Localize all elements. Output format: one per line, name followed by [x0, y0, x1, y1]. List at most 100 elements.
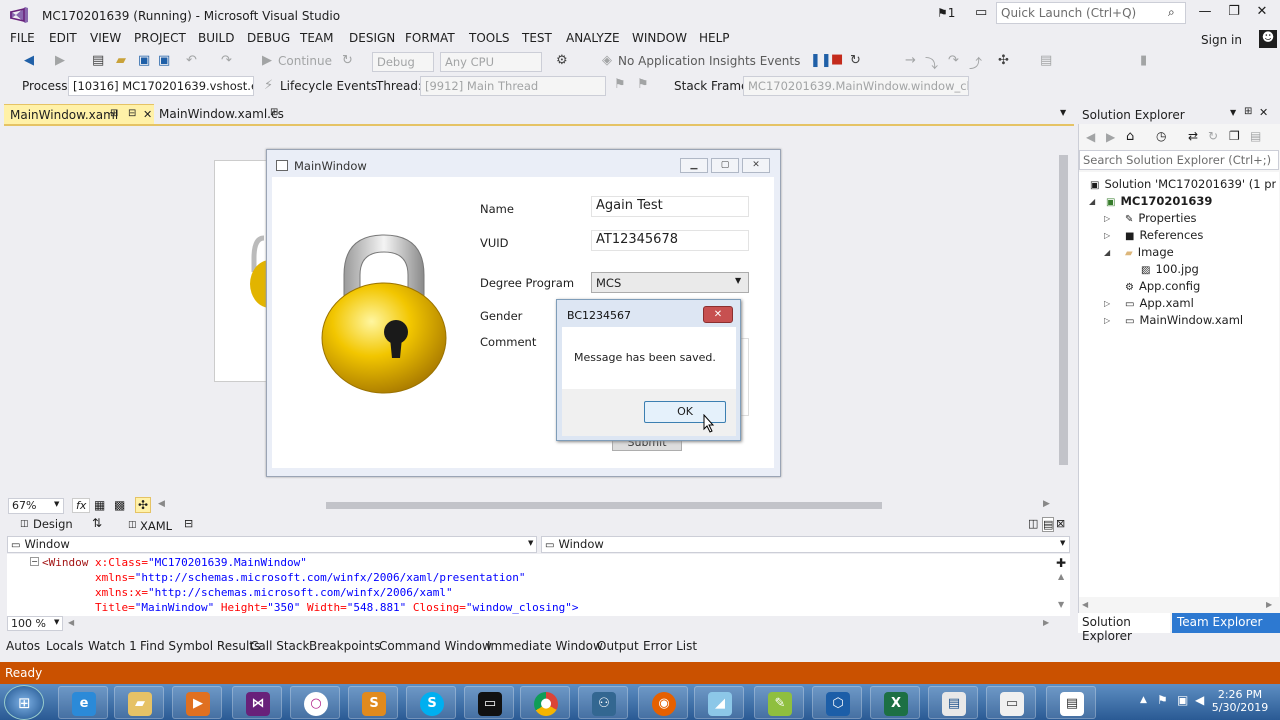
back-icon[interactable]: ◀ [1086, 130, 1095, 144]
restart-icon[interactable]: ↻ [850, 53, 861, 68]
tab-error-list[interactable]: Error List [643, 639, 697, 653]
pop-out-icon[interactable]: ⊟ [184, 517, 193, 530]
menu-debug[interactable]: DEBUG [247, 31, 290, 45]
panel-dropdown-icon[interactable]: ▼ [1230, 108, 1236, 117]
swap-panes-icon[interactable]: ⇅ [92, 516, 102, 530]
horizontal-scrollbar-thumb[interactable] [326, 502, 882, 509]
new-project-icon[interactable]: ▤ [92, 53, 104, 68]
tree-item-properties[interactable]: ✎ Properties [1125, 211, 1197, 225]
network-icon[interactable]: ▣ [1177, 693, 1188, 707]
tree-item-100-jpg[interactable]: ▨ 100.jpg [1141, 262, 1199, 276]
taskbar-notepad-plus[interactable]: ✎ [754, 686, 804, 719]
split-editor-icon[interactable]: ✚ [1056, 556, 1066, 570]
pin-icon[interactable]: ⊞ [1244, 106, 1252, 117]
taskbar-window[interactable]: ▭ [986, 686, 1036, 719]
taskbar-postgres[interactable]: ⚇ [578, 686, 628, 719]
step-into-icon[interactable]: ⤵ [925, 53, 938, 72]
scroll-right-icon[interactable]: ▶ [1043, 618, 1049, 627]
taskbar-skype[interactable]: S [406, 686, 456, 719]
tree-item-image-folder[interactable]: ▰ Image [1125, 245, 1174, 259]
notification-flag[interactable]: ⚑1 [937, 6, 955, 20]
account-icon[interactable]: ☻ [1259, 30, 1277, 48]
menu-project[interactable]: PROJECT [134, 31, 186, 45]
message-box-close-button[interactable]: ✕ [703, 306, 733, 323]
taskbar-recorder[interactable]: ○ [290, 686, 340, 719]
tab-team-explorer[interactable]: Team Explorer [1172, 613, 1280, 633]
home-icon[interactable]: ⌂ [1126, 129, 1134, 144]
taskbar-command-prompt[interactable]: ▭ [464, 686, 514, 719]
attach-icon[interactable]: ⚙ [556, 53, 568, 68]
open-file-icon[interactable]: ▰ [116, 53, 126, 68]
menu-team[interactable]: TEAM [300, 31, 333, 45]
pending-changes-icon[interactable]: ◷ [1156, 129, 1166, 143]
minimize-button[interactable]: — [1193, 4, 1217, 24]
thread-filter-icon[interactable]: ⚑ [637, 77, 649, 92]
stack-frame-select[interactable]: MC170201639.MainWindow.window_closi [743, 76, 969, 96]
collapse-pane-icon[interactable]: ⊠ [1056, 517, 1065, 530]
tree-project-node[interactable]: ▣ MC170201639 [1106, 194, 1212, 208]
undo-icon[interactable]: ↶ [186, 53, 197, 68]
tab-autos[interactable]: Autos [6, 639, 40, 653]
collapsed-arrow-icon[interactable]: ▷ [1104, 316, 1110, 325]
expanded-arrow-icon[interactable]: ◢ [1089, 197, 1095, 206]
tree-item-app-config[interactable]: ⚙ App.config [1125, 279, 1200, 293]
taskbar-chrome[interactable]: ● [520, 686, 570, 719]
app-maximize-button[interactable]: ▢ [711, 158, 739, 173]
collapse-all-icon[interactable]: ❐ [1229, 129, 1240, 143]
taskbar-firefox[interactable]: ◉ [638, 686, 688, 719]
menu-edit[interactable]: EDIT [49, 31, 77, 45]
degree-select[interactable]: MCS [591, 272, 749, 293]
menu-view[interactable]: VIEW [90, 31, 121, 45]
collapse-region-icon[interactable]: − [30, 557, 39, 566]
tree-item-mainwindow-xaml[interactable]: ▭ MainWindow.xaml [1125, 313, 1243, 327]
snap-grid-icon[interactable]: ▩ [114, 498, 125, 512]
tab-watch-1[interactable]: Watch 1 [88, 639, 137, 653]
taskbar-visual-studio[interactable]: ⋈ [232, 686, 282, 719]
menu-format[interactable]: FORMAT [405, 31, 455, 45]
quick-launch-input[interactable]: Quick Launch (Ctrl+Q) [996, 2, 1186, 24]
volume-icon[interactable]: ◀ [1195, 693, 1204, 707]
taskbar-internet-explorer[interactable]: e [58, 686, 108, 719]
lifecycle-button[interactable]: Lifecycle Events [280, 79, 377, 93]
redo-icon[interactable]: ↷ [221, 53, 232, 68]
configuration-select[interactable]: Debug [372, 52, 434, 72]
panel-close-icon[interactable]: ✕ [1259, 106, 1268, 119]
system-clock[interactable]: 2:26 PM 5/30/2019 [1210, 688, 1270, 714]
tab-mainwindow-xaml-cs[interactable]: MainWindow.xaml.cs ⊞ [157, 104, 287, 124]
tab-close-icon[interactable]: ✕ [143, 108, 152, 121]
bookmark-icon[interactable]: ▮ [1140, 53, 1147, 68]
back-icon[interactable]: ◀ [24, 53, 34, 68]
tab-locals[interactable]: Locals [46, 639, 83, 653]
show-next-statement-icon[interactable]: → [905, 53, 916, 68]
tab-design[interactable]: Design [33, 517, 73, 531]
tab-immediate-window[interactable]: Immediate Window [487, 639, 603, 653]
tab-find-symbol-results[interactable]: Find Symbol Results [140, 639, 260, 653]
collapsed-arrow-icon[interactable]: ▷ [1104, 214, 1110, 223]
menu-file[interactable]: FILE [10, 31, 35, 45]
tab-solution-explorer[interactable]: Solution Explorer [1078, 613, 1170, 643]
pin-icon[interactable]: ⊞ [110, 108, 118, 119]
menu-window[interactable]: WINDOW [632, 31, 687, 45]
scrollbar-thumb[interactable] [1059, 155, 1068, 465]
menu-analyze[interactable]: ANALYZE [566, 31, 620, 45]
taskbar-sublime[interactable]: S [348, 686, 398, 719]
hex-icon[interactable]: ✣ [998, 53, 1009, 68]
taskbar-tool[interactable]: ◢ [694, 686, 744, 719]
element-scope-select[interactable]: ▭ Window [7, 536, 537, 553]
taskbar-media-player[interactable]: ▶ [172, 686, 222, 719]
scroll-right-icon[interactable]: ▶ [1266, 600, 1272, 609]
close-button[interactable]: ✕ [1250, 4, 1274, 24]
forward-icon[interactable]: ▶ [55, 53, 65, 68]
pin-icon[interactable]: ⊞ [270, 107, 278, 118]
process-select[interactable]: [10316] MC170201639.vshost.exe [68, 76, 254, 96]
maximize-button[interactable]: ❐ [1222, 4, 1246, 24]
tab-mainwindow-xaml[interactable]: MainWindow.xaml ⊞ ⊟ ✕ [4, 104, 154, 124]
scroll-left-icon[interactable]: ◀ [158, 499, 165, 509]
thread-flag-icon[interactable]: ⚑ [614, 77, 626, 92]
expanded-arrow-icon[interactable]: ◢ [1104, 248, 1110, 257]
tab-command-window[interactable]: Command Window [379, 639, 492, 653]
start-button[interactable]: ⊞ [4, 685, 44, 720]
formula-icon[interactable]: fx [72, 498, 91, 513]
tab-call-stack[interactable]: Call Stack [250, 639, 309, 653]
tab-output[interactable]: Output [597, 639, 639, 653]
